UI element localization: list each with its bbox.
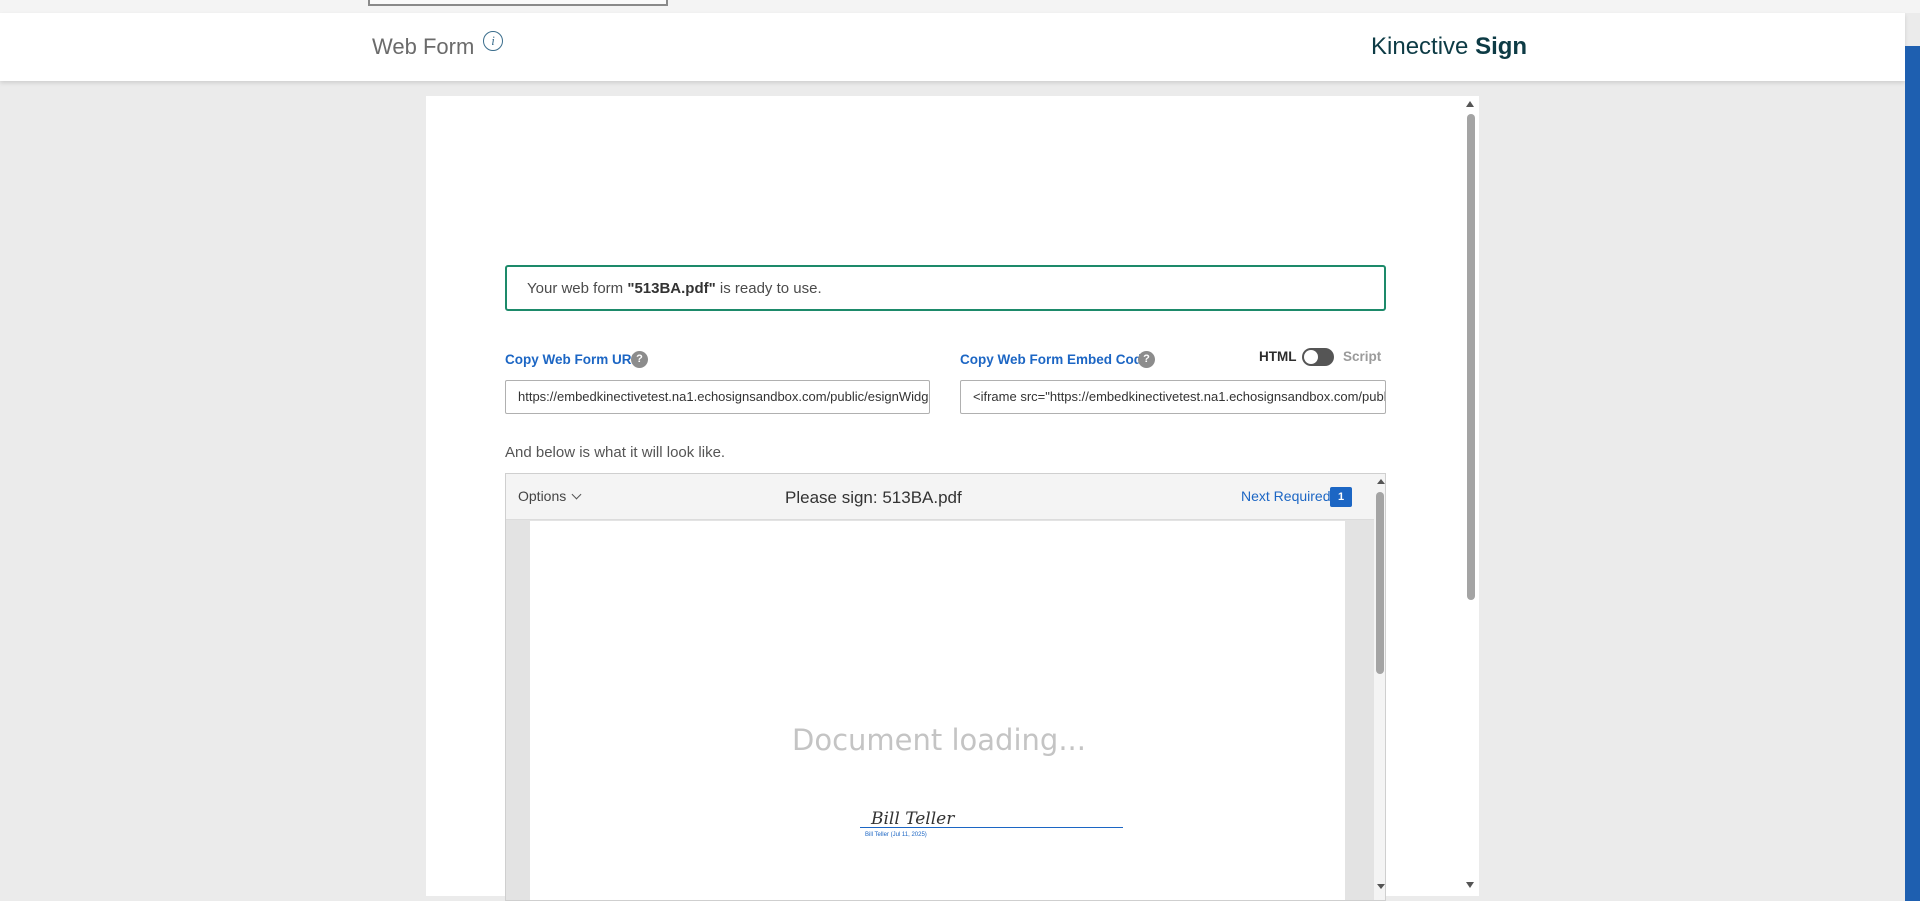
success-banner: Your web form "513BA.pdf" is ready to us… bbox=[505, 265, 1386, 311]
options-menu[interactable]: Options bbox=[518, 488, 582, 504]
embed-help-icon[interactable]: ? bbox=[1138, 351, 1155, 368]
panel-scrollbar-thumb[interactable] bbox=[1467, 114, 1475, 600]
document-page: Document loading... Bill Teller Bill Tel… bbox=[530, 521, 1345, 900]
banner-suffix: is ready to use. bbox=[715, 280, 822, 297]
document-loading-text: Document loading... bbox=[792, 723, 1086, 757]
preview-scroll-down-arrow-icon[interactable] bbox=[1377, 884, 1385, 889]
preview-scroll-up-arrow-icon[interactable] bbox=[1377, 479, 1385, 484]
page-title: Web Form bbox=[372, 34, 475, 59]
app-header: Web Form i Kinective Sign bbox=[0, 13, 1905, 81]
web-form-preview: Options Please sign: 513BA.pdf Next Requ… bbox=[505, 473, 1386, 901]
right-side-bar bbox=[1905, 46, 1920, 901]
banner-filename: "513BA.pdf" bbox=[627, 280, 716, 297]
next-required-link[interactable]: Next Required bbox=[1241, 488, 1331, 504]
copy-url-label[interactable]: Copy Web Form URL bbox=[505, 352, 640, 367]
preview-toolbar: Options Please sign: 513BA.pdf Next Requ… bbox=[506, 474, 1375, 520]
preview-scrollbar-thumb[interactable] bbox=[1376, 492, 1384, 674]
preview-document-title: Please sign: 513BA.pdf bbox=[785, 488, 962, 507]
panel-scroll-down-arrow-icon[interactable] bbox=[1466, 882, 1474, 888]
url-help-icon[interactable]: ? bbox=[631, 351, 648, 368]
copy-embed-code-label[interactable]: Copy Web Form Embed Code bbox=[960, 352, 1150, 367]
web-form-url-field[interactable]: https://embedkinectivetest.na1.echosigns… bbox=[505, 380, 930, 414]
toggle-script-label: Script bbox=[1343, 349, 1382, 364]
signature-name: Bill Teller bbox=[871, 809, 955, 829]
toggle-knob bbox=[1304, 350, 1318, 364]
brand-bold: Sign bbox=[1475, 33, 1528, 60]
brand-logo: Kinective Sign bbox=[1371, 33, 1527, 61]
top-toolbar-button[interactable] bbox=[368, 0, 668, 6]
toggle-html-label: HTML bbox=[1259, 349, 1297, 364]
options-label: Options bbox=[518, 488, 567, 504]
banner-prefix: Your web form bbox=[527, 280, 628, 297]
signature-caption: Bill Teller (Jul 11, 2025) bbox=[865, 832, 927, 838]
top-strip bbox=[0, 0, 1920, 13]
success-message: Your web form "513BA.pdf" is ready to us… bbox=[527, 280, 822, 297]
info-icon[interactable]: i bbox=[483, 31, 503, 51]
next-required-count-badge[interactable]: 1 bbox=[1330, 487, 1352, 507]
panel-scroll-up-arrow-icon[interactable] bbox=[1466, 101, 1474, 107]
embed-code-field[interactable]: <iframe src="https://embedkinectivetest.… bbox=[960, 380, 1386, 414]
brand-regular: Kinective bbox=[1371, 33, 1469, 60]
preview-caption: And below is what it will look like. bbox=[505, 444, 726, 461]
embed-format-toggle[interactable] bbox=[1302, 348, 1334, 366]
chevron-down-icon bbox=[571, 489, 582, 500]
signature-line bbox=[860, 827, 1123, 828]
